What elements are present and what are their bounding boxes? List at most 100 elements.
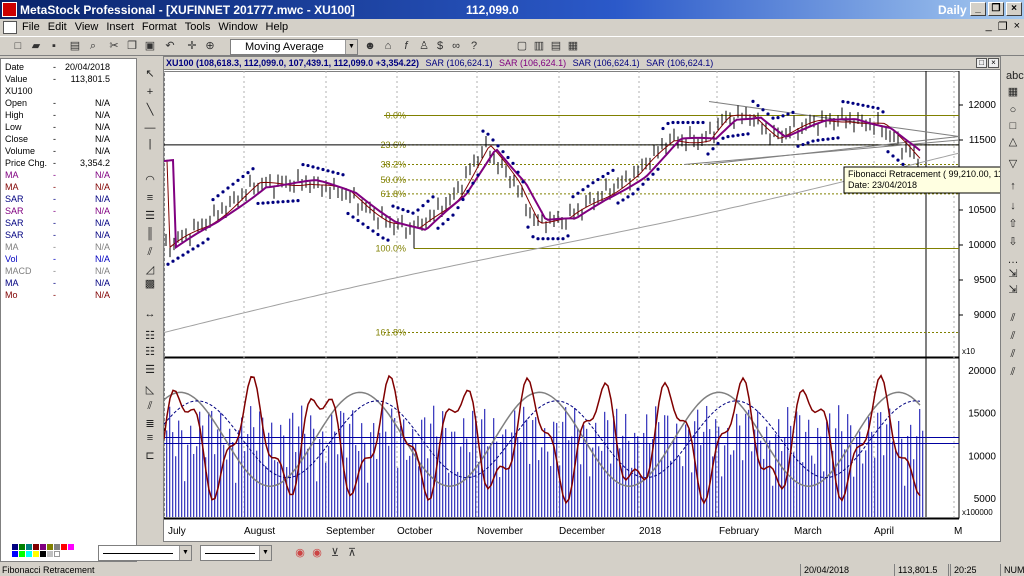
document-icon[interactable] [3, 20, 17, 34]
swatch-green[interactable] [19, 544, 25, 550]
gann-icon[interactable]: ◿ [143, 264, 157, 276]
restore-button[interactable]: ❐ [988, 2, 1004, 16]
price-chart[interactable]: July August September October November Decemb… [164, 71, 1000, 541]
menu-view[interactable]: View [73, 21, 105, 33]
swatch-black[interactable] [40, 551, 46, 557]
print-icon[interactable]: ▤ [67, 39, 83, 54]
swatch-gray[interactable] [54, 544, 60, 550]
paste-icon[interactable]: ▣ [142, 39, 158, 54]
chart-close-button[interactable]: × [988, 58, 999, 68]
formula-icon[interactable]: f [398, 39, 414, 54]
arrow-down-icon[interactable]: ▽ [1006, 158, 1020, 170]
doc-restore-button[interactable]: ❐ [998, 20, 1008, 33]
tile-vertical-icon[interactable]: ▥ [531, 39, 547, 54]
tool-2-icon[interactable]: ⇲ [1006, 284, 1020, 296]
exit-icon[interactable]: ⇧ [1006, 218, 1020, 230]
chart-nav-icon[interactable]: ⇤ [880, 540, 888, 541]
cut-icon[interactable]: ✂ [106, 39, 122, 54]
web-icon[interactable]: ◉ [309, 546, 325, 561]
raff-icon[interactable]: ⫽ [143, 400, 157, 412]
tool-6-icon[interactable]: ⫽ [1006, 366, 1020, 378]
crosshair-icon[interactable]: ✛ [184, 39, 200, 54]
swatch-blue[interactable] [12, 551, 18, 557]
copy-icon[interactable]: ❐ [124, 39, 140, 54]
swatch-yellow[interactable] [33, 551, 39, 557]
indicator-select[interactable]: Moving Average ▼ [230, 39, 358, 55]
error-channel-icon[interactable]: ≡ [143, 432, 157, 444]
swatch-teal[interactable] [26, 544, 32, 550]
chart-maximize-button[interactable]: □ [976, 58, 987, 68]
regression-icon[interactable]: ≣ [143, 418, 157, 430]
menu-edit[interactable]: Edit [46, 21, 73, 33]
menu-tools[interactable]: Tools [183, 21, 217, 33]
minimize-button[interactable]: _ [970, 2, 986, 16]
menu-insert[interactable]: Insert [104, 21, 140, 33]
arrow-up-icon[interactable]: △ [1006, 136, 1020, 148]
doc-minimize-button[interactable]: _ [986, 20, 992, 33]
swatch-silver[interactable] [47, 551, 53, 557]
andrews-icon[interactable]: ◺ [143, 384, 157, 396]
dollar-icon[interactable]: $ [432, 39, 448, 54]
pointer-icon[interactable]: ↖ [143, 68, 157, 80]
sell-arrow-icon[interactable]: ↓ [1006, 200, 1020, 212]
std-channel-icon[interactable]: ⊏ [143, 450, 157, 462]
tile-grid-icon[interactable]: ▦ [565, 39, 581, 54]
chart-nav-icon[interactable]: ↕ [893, 540, 898, 541]
tool-5-icon[interactable]: ⫽ [1006, 348, 1020, 360]
symbol-grid-icon[interactable]: ▦ [1006, 86, 1020, 98]
swatch-purple[interactable] [40, 544, 46, 550]
tile-horizontal-icon[interactable]: ▤ [548, 39, 564, 54]
chart-nav-icon[interactable]: ◂ [945, 540, 950, 541]
vertical-line-icon[interactable]: | [143, 138, 157, 150]
indicator-builder-icon[interactable]: ☻ [362, 39, 378, 54]
tool-4-icon[interactable]: ⫽ [1006, 330, 1020, 342]
time-zones-icon[interactable]: ║ [143, 228, 157, 240]
chart-nav-icon[interactable]: ▸ [958, 540, 963, 541]
swatch-cyan[interactable] [26, 551, 32, 557]
cross-icon[interactable]: + [143, 86, 157, 98]
rectangle-icon[interactable]: □ [1006, 120, 1020, 132]
chart-nav-icon[interactable]: ⊗ [932, 540, 940, 541]
chart-nav-icon[interactable]: ⊖ [919, 540, 927, 541]
save-icon[interactable]: ▪ [46, 39, 62, 54]
menu-format[interactable]: Format [140, 21, 183, 33]
menu-file[interactable]: File [20, 21, 46, 33]
quadrant-icon[interactable]: ☷ [143, 346, 157, 358]
menu-window[interactable]: Window [216, 21, 263, 33]
doc-close-button[interactable]: × [1014, 20, 1020, 33]
flag-icon[interactable]: ⇩ [1006, 236, 1020, 248]
swatch-olive[interactable] [47, 544, 53, 550]
upload-icon[interactable]: ⊼ [344, 546, 360, 561]
close-button[interactable]: × [1006, 2, 1022, 16]
fan-icon[interactable]: ≡ [143, 192, 157, 204]
speed-line-icon[interactable]: ☰ [143, 364, 157, 376]
line-weight-select[interactable]: ▼ [200, 545, 272, 561]
chart-nav-icon[interactable]: ⊕ [906, 540, 914, 541]
ellipse-icon[interactable]: ○ [1006, 104, 1020, 116]
swatch-red[interactable] [61, 544, 67, 550]
help-pointer-icon[interactable]: ? [466, 39, 482, 54]
abc-text-icon[interactable]: abc [1006, 70, 1024, 82]
binoculars-icon[interactable]: ∞ [448, 39, 464, 54]
horizontal-line-icon[interactable]: — [143, 122, 157, 134]
download-icon[interactable]: ⊻ [327, 546, 343, 561]
new-icon[interactable]: □ [10, 39, 26, 54]
swatch-lime[interactable] [19, 551, 25, 557]
menu-help[interactable]: Help [264, 21, 295, 33]
swatch-navy[interactable] [12, 544, 18, 550]
browser-icon[interactable]: ◉ [292, 546, 308, 561]
channel-icon[interactable]: ⫽ [143, 246, 157, 258]
fibonacci-icon[interactable]: ☰ [143, 210, 157, 222]
expert-icon[interactable]: ♙ [416, 39, 432, 54]
ellipsis-icon[interactable]: … [1006, 254, 1020, 266]
undo-icon[interactable]: ↶ [162, 39, 178, 54]
cascade-icon[interactable]: ▢ [514, 39, 530, 54]
arc-icon[interactable]: ◠ [143, 174, 157, 186]
buy-arrow-icon[interactable]: ↑ [1006, 180, 1020, 192]
tool-1-icon[interactable]: ⇲ [1006, 268, 1020, 280]
chart-window[interactable]: XU100 (108,618.3, 112,099.0, 107,439.1, … [163, 56, 1001, 542]
open-icon[interactable]: ▰ [28, 39, 44, 54]
cycle-icon[interactable]: ☷ [143, 330, 157, 342]
print-preview-icon[interactable]: ⌕ [85, 39, 101, 54]
line-style-select[interactable]: ▼ [98, 545, 192, 561]
